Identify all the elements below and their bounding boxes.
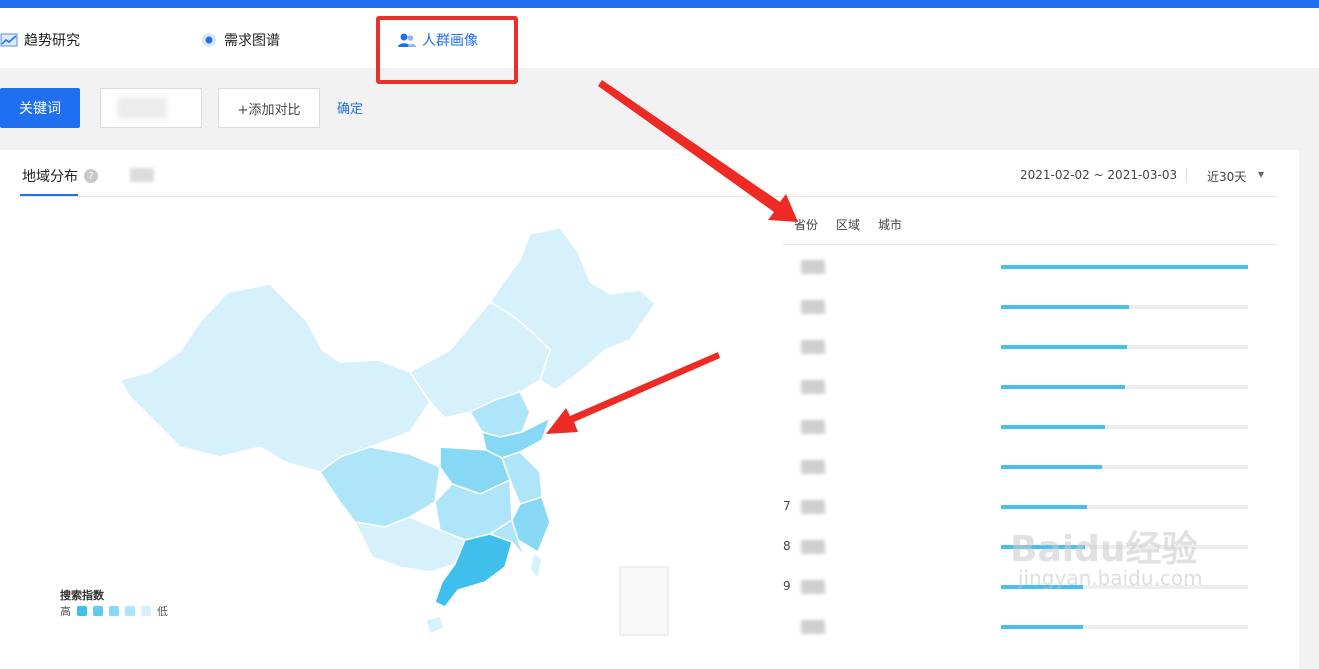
rank-bar-track bbox=[1001, 465, 1248, 469]
legend-swatch-1 bbox=[77, 606, 87, 616]
rank-bar-fill bbox=[1001, 625, 1083, 629]
caret-down-icon[interactable]: ▼ bbox=[1258, 170, 1264, 179]
ranking-row bbox=[783, 456, 1277, 478]
period-select[interactable]: 近30天 bbox=[1207, 168, 1246, 185]
redacted-tab bbox=[130, 168, 154, 182]
redacted-province-name bbox=[801, 620, 825, 634]
rank-bar-fill bbox=[1001, 505, 1088, 509]
nav-demand-graph[interactable]: 需求图谱 bbox=[200, 30, 280, 50]
rank-bar-fill bbox=[1001, 425, 1105, 429]
ranking-row bbox=[783, 296, 1277, 318]
confirm-link[interactable]: 确定 bbox=[337, 98, 363, 117]
redacted-province-name bbox=[801, 420, 825, 434]
china-map bbox=[118, 227, 669, 636]
rank-bar-fill bbox=[1001, 265, 1248, 269]
help-icon[interactable]: ? bbox=[84, 169, 98, 183]
tab-region-distribution[interactable]: 地域分布 ? bbox=[22, 166, 98, 186]
ranking-row bbox=[783, 416, 1277, 438]
subtab-city[interactable]: 城市 bbox=[878, 216, 902, 233]
region-panel: 地域分布 ? 2021-02-02 ~ 2021-03-03 近30天 ▼ 省份… bbox=[0, 150, 1299, 669]
rank-bar-track bbox=[1001, 385, 1248, 389]
redacted-province-name bbox=[801, 460, 825, 474]
tab-divider bbox=[20, 196, 1277, 197]
rank-bar-fill bbox=[1001, 465, 1103, 469]
add-compare-button[interactable]: +添加对比 bbox=[218, 88, 320, 128]
redacted-province-name bbox=[801, 380, 825, 394]
subtab-province[interactable]: 省份 bbox=[794, 216, 818, 233]
nav-trend[interactable]: 趋势研究 bbox=[0, 30, 80, 50]
keyword-button[interactable]: 关键词 bbox=[0, 88, 80, 128]
rank-number: 7 bbox=[783, 499, 791, 513]
legend-low-label: 低 bbox=[157, 605, 168, 618]
legend-swatch-3 bbox=[109, 606, 119, 616]
rank-number: 8 bbox=[783, 539, 791, 553]
baidu-watermark-url: jingyan.baidu.com bbox=[1018, 566, 1203, 590]
rank-bar-fill bbox=[1001, 305, 1130, 309]
rank-bar-fill bbox=[1001, 385, 1125, 389]
redacted-province-name bbox=[801, 340, 825, 354]
legend-swatch-4 bbox=[125, 606, 135, 616]
top-accent-bar bbox=[0, 0, 1319, 8]
rank-bar-track bbox=[1001, 345, 1248, 349]
rank-bar-fill bbox=[1001, 345, 1127, 349]
nav-demand-label: 需求图谱 bbox=[224, 33, 280, 49]
rank-bar-track bbox=[1001, 625, 1248, 629]
keyword-input[interactable] bbox=[100, 88, 202, 128]
top-nav: 趋势研究 需求图谱 人群画像 bbox=[0, 8, 1319, 68]
redacted-province-name bbox=[801, 300, 825, 314]
rank-number: 9 bbox=[783, 579, 791, 593]
map-region-hainan[interactable] bbox=[425, 615, 445, 636]
rank-bar-track bbox=[1001, 505, 1248, 509]
ranking-row bbox=[783, 616, 1277, 638]
tab-region-label: 地域分布 bbox=[22, 169, 78, 185]
ranking-row bbox=[783, 376, 1277, 398]
legend-high-label: 高 bbox=[60, 605, 71, 618]
ranking-row bbox=[783, 256, 1277, 278]
chart-icon bbox=[0, 32, 18, 48]
legend-title: 搜索指数 bbox=[60, 589, 104, 602]
redacted-keyword bbox=[117, 97, 167, 119]
subtab-area[interactable]: 区域 bbox=[836, 216, 860, 233]
legend-scale: 高 低 bbox=[60, 603, 168, 619]
target-icon bbox=[200, 32, 218, 48]
date-range: 2021-02-02 ~ 2021-03-03 bbox=[1020, 168, 1178, 182]
subtabs-divider bbox=[783, 244, 1277, 245]
ranking-row: 7 bbox=[783, 496, 1277, 518]
annotation-highlight-box bbox=[376, 16, 518, 84]
legend-swatch-5 bbox=[141, 606, 151, 616]
legend-swatch-2 bbox=[93, 606, 103, 616]
redacted-province-name bbox=[801, 580, 825, 594]
redacted-province-name bbox=[801, 260, 825, 274]
map-region-northwest[interactable] bbox=[118, 283, 431, 473]
region-subtabs: 省份 区域 城市 bbox=[794, 216, 902, 233]
map-region-southwest[interactable] bbox=[318, 446, 441, 528]
nav-trend-label: 趋势研究 bbox=[24, 33, 80, 49]
rank-bar-track bbox=[1001, 425, 1248, 429]
ranking-row bbox=[783, 336, 1277, 358]
redacted-province-name bbox=[801, 540, 825, 554]
south-china-sea-inset bbox=[619, 566, 669, 636]
rank-bar-track bbox=[1001, 265, 1248, 269]
redacted-province-name bbox=[801, 500, 825, 514]
baidu-watermark: Baidu经验 bbox=[1010, 529, 1198, 570]
rank-bar-track bbox=[1001, 305, 1248, 309]
map-region-taiwan[interactable] bbox=[529, 550, 543, 580]
divider bbox=[1186, 168, 1187, 182]
